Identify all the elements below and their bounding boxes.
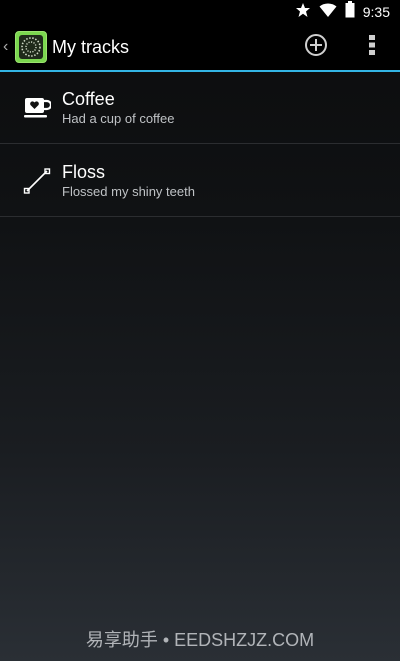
status-bar: 9:35	[0, 0, 400, 24]
list-item-text: Floss Flossed my shiny teeth	[62, 161, 195, 201]
app-icon-inner	[19, 35, 43, 59]
wifi-icon	[319, 2, 337, 23]
app-icon[interactable]	[15, 31, 47, 63]
list-item-floss[interactable]: Floss Flossed my shiny teeth	[0, 145, 400, 217]
up-caret-icon[interactable]: ‹	[3, 38, 13, 56]
status-time: 9:35	[362, 4, 390, 20]
page-title: My tracks	[52, 36, 130, 57]
line-icon	[22, 166, 52, 196]
coffee-cup-icon	[22, 93, 52, 123]
track-subtitle: Flossed my shiny teeth	[62, 183, 195, 199]
list-item-coffee[interactable]: Coffee Had a cup of coffee	[0, 72, 400, 144]
action-bar: ‹ My tracks	[0, 24, 400, 70]
track-title: Floss	[62, 161, 106, 182]
star-icon	[295, 2, 311, 23]
list-item-text: Coffee Had a cup of coffee	[62, 88, 175, 128]
track-subtitle: Had a cup of coffee	[62, 110, 175, 126]
watermark: 易享助手 • EEDSHZJZ.COM	[85, 630, 315, 650]
overflow-menu-button[interactable]	[344, 24, 400, 70]
track-title: Coffee	[62, 88, 115, 109]
add-circle-icon	[304, 33, 328, 62]
battery-icon	[345, 1, 355, 23]
add-track-button[interactable]	[288, 24, 344, 70]
overflow-menu-icon	[368, 34, 376, 61]
